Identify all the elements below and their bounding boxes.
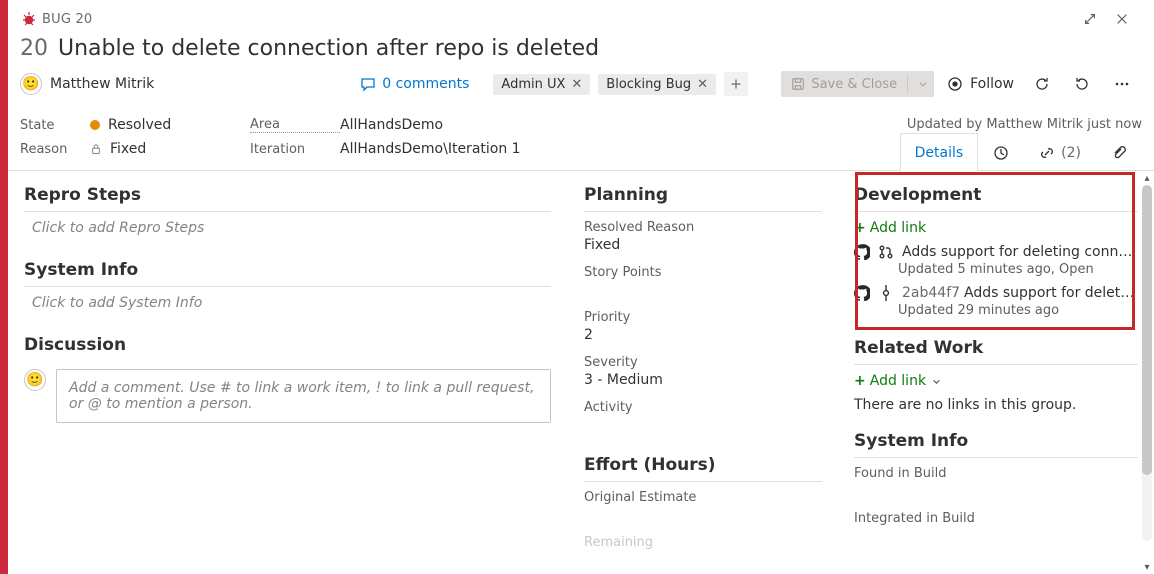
links-count: (2)	[1061, 145, 1081, 161]
history-icon	[993, 145, 1009, 161]
follow-icon	[946, 75, 964, 93]
follow-button[interactable]: Follow	[942, 72, 1018, 96]
dev-link-commit[interactable]: 2ab44f7Adds support for deleting …	[854, 285, 1138, 301]
story-points-value[interactable]	[584, 282, 822, 298]
activity-value[interactable]	[584, 417, 822, 433]
priority-label: Priority	[584, 310, 822, 325]
current-user-avatar: 🙂	[24, 369, 46, 391]
save-label: Save & Close	[811, 77, 897, 92]
more-actions-button[interactable]	[1106, 69, 1138, 99]
github-icon	[854, 285, 870, 301]
commit-sha: 2ab44f7	[902, 285, 960, 301]
original-estimate-value[interactable]	[584, 507, 822, 523]
remaining-label: Remaining	[584, 535, 822, 550]
save-and-close-button: Save & Close	[781, 71, 934, 97]
reason-field[interactable]: Fixed	[90, 141, 250, 157]
state-label: State	[20, 118, 90, 133]
right-system-info-heading: System Info	[854, 431, 1138, 458]
reason-label: Reason	[20, 142, 90, 157]
comment-icon	[360, 76, 376, 92]
commit-icon	[878, 285, 894, 301]
github-icon	[854, 244, 870, 260]
chevron-down-icon	[918, 79, 928, 89]
tab-attachments[interactable]	[1096, 133, 1142, 171]
activity-label: Activity	[584, 400, 822, 415]
priority-value[interactable]: 2	[584, 327, 822, 343]
area-field[interactable]: AllHandsDemo	[340, 117, 884, 133]
development-add-link[interactable]: +Add link	[854, 220, 1138, 236]
dev-link-subtitle: Updated 29 minutes ago	[898, 303, 1138, 318]
resolved-reason-value[interactable]: Fixed	[584, 237, 822, 253]
attachment-icon	[1111, 145, 1127, 161]
state-dot-icon	[90, 120, 100, 130]
severity-label: Severity	[584, 355, 822, 370]
tag-blocking-bug[interactable]: Blocking Bug ✕	[598, 74, 716, 95]
effort-heading: Effort (Hours)	[584, 455, 822, 482]
chevron-down-icon	[932, 377, 941, 386]
refresh-button[interactable]	[1026, 69, 1058, 99]
story-points-label: Story Points	[584, 265, 822, 280]
original-estimate-label: Original Estimate	[584, 490, 822, 505]
resolved-reason-label: Resolved Reason	[584, 220, 822, 235]
area-label: Area	[250, 117, 340, 133]
assignee-avatar[interactable]: 🙂	[20, 73, 42, 95]
dev-link-title: 2ab44f7Adds support for deleting …	[902, 285, 1138, 301]
development-heading: Development	[854, 185, 1138, 212]
bug-icon	[20, 10, 38, 28]
repro-steps-heading: Repro Steps	[24, 185, 551, 212]
iteration-label: Iteration	[250, 142, 340, 157]
work-item-dialog: BUG 20 20 Unable to delete connection af…	[0, 0, 1154, 574]
severity-value[interactable]: 3 - Medium	[584, 372, 822, 388]
iteration-field[interactable]: AllHandsDemo\Iteration 1	[340, 141, 884, 157]
type-color-stripe	[0, 0, 8, 574]
discussion-heading: Discussion	[24, 335, 551, 361]
scrollbar-thumb[interactable]	[1142, 185, 1152, 475]
revert-button[interactable]	[1066, 69, 1098, 99]
dev-link-pr[interactable]: Adds support for deleting connecti…	[854, 244, 1138, 260]
discussion-input[interactable]: Add a comment. Use # to link a work item…	[56, 369, 551, 423]
dev-link-subtitle: Updated 5 minutes ago, Open	[898, 262, 1138, 277]
planning-heading: Planning	[584, 185, 822, 212]
scroll-down-icon[interactable]: ▾	[1140, 560, 1154, 574]
tag-label: Blocking Bug	[606, 77, 691, 92]
tag-admin-ux[interactable]: Admin UX ✕	[493, 74, 590, 95]
scroll-up-icon[interactable]: ▴	[1140, 171, 1154, 185]
work-item-title[interactable]: Unable to delete connection after repo i…	[58, 36, 599, 61]
found-in-build-label: Found in Build	[854, 466, 1138, 481]
updated-text: Updated by Matthew Mitrik just now	[907, 117, 1142, 132]
dev-link-title: Adds support for deleting connecti…	[902, 244, 1138, 260]
plus-icon: +	[854, 373, 866, 389]
no-links-text: There are no links in this group.	[854, 397, 1138, 413]
work-item-type-id: BUG 20	[42, 12, 92, 27]
comments-count: 0 comments	[382, 76, 469, 92]
system-info-heading: System Info	[24, 260, 551, 287]
found-in-build-value[interactable]	[854, 483, 1138, 499]
related-add-link[interactable]: +Add link	[854, 373, 1138, 389]
repro-steps-input[interactable]: Click to add Repro Steps	[32, 220, 551, 236]
tab-history[interactable]	[978, 133, 1024, 171]
system-info-input[interactable]: Click to add System Info	[32, 295, 551, 311]
tag-remove-icon[interactable]: ✕	[697, 77, 708, 92]
close-button[interactable]	[1106, 3, 1138, 35]
state-field[interactable]: Resolved	[90, 117, 250, 133]
assignee-name[interactable]: Matthew Mitrik	[50, 76, 154, 92]
work-item-id: 20	[20, 36, 48, 61]
save-icon	[791, 77, 805, 91]
tab-details[interactable]: Details	[900, 133, 979, 171]
related-work-heading: Related Work	[854, 338, 1138, 365]
tag-label: Admin UX	[501, 77, 565, 92]
integrated-in-build-label: Integrated in Build	[854, 511, 1138, 526]
tab-links[interactable]: (2)	[1024, 133, 1096, 171]
add-tag-button[interactable]	[724, 72, 748, 96]
plus-icon: +	[854, 220, 866, 236]
pull-request-icon	[878, 244, 894, 260]
comments-link[interactable]: 0 comments	[360, 76, 469, 92]
tag-remove-icon[interactable]: ✕	[571, 77, 582, 92]
link-icon	[1039, 145, 1055, 161]
lock-icon	[90, 143, 102, 155]
tabs: Details (2)	[900, 132, 1142, 170]
dialog-body: BUG 20 20 Unable to delete connection af…	[8, 0, 1154, 574]
maximize-button[interactable]	[1074, 3, 1106, 35]
follow-label: Follow	[970, 76, 1014, 92]
